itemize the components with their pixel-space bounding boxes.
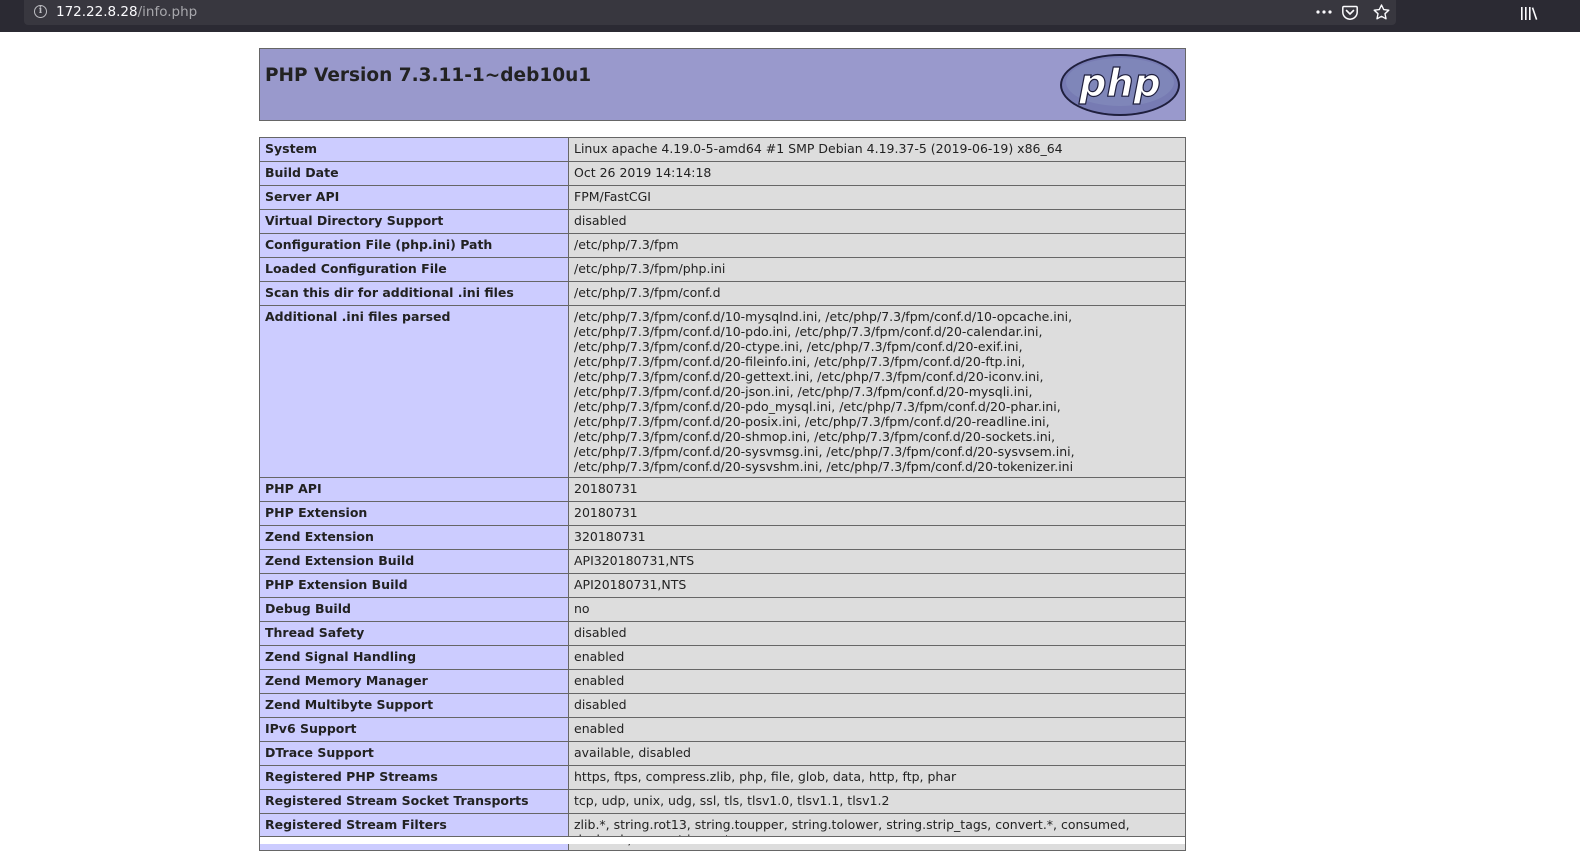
php-version-header: PHP Version 7.3.11-1~deb10u1 php xyxy=(259,48,1186,121)
table-row: Additional .ini files parsed/etc/php/7.3… xyxy=(259,305,1186,478)
row-label: Additional .ini files parsed xyxy=(259,305,569,478)
more-icon[interactable] xyxy=(1314,3,1334,21)
table-row: IPv6 Support enabled xyxy=(259,717,1186,742)
row-label: PHP Extension xyxy=(259,501,569,526)
row-label: PHP Extension Build xyxy=(259,573,569,598)
url-bar[interactable]: i 172.22.8.28/info.php xyxy=(24,0,1396,25)
row-value: 20180731 xyxy=(568,477,1186,502)
url-text[interactable]: 172.22.8.28/info.php xyxy=(56,4,197,20)
info-table: System Linux apache 4.19.0-5-amd64 #1 SMP… xyxy=(259,137,1186,851)
row-value: enabled xyxy=(568,669,1186,694)
row-value: /etc/php/7.3/fpm/php.ini xyxy=(568,257,1186,282)
php-logo-text: php xyxy=(1078,61,1160,105)
table-row: Zend Memory Manager enabled xyxy=(259,669,1186,694)
row-label: Zend Extension Build xyxy=(259,549,569,574)
table-row: Registered PHP Streams https, ftps, compr… xyxy=(259,765,1186,790)
url-path: /info.php xyxy=(137,4,198,20)
row-value: https, ftps, compress.zlib, php, file, g… xyxy=(568,765,1186,790)
table-row: Scan this dir for additional .ini files /… xyxy=(259,281,1186,306)
next-table-edge xyxy=(259,836,1186,844)
table-row: Debug Build no xyxy=(259,597,1186,622)
table-row: DTrace Support available, disabled xyxy=(259,741,1186,766)
table-row: Zend Signal Handling enabled xyxy=(259,645,1186,670)
row-label: Loaded Configuration File xyxy=(259,257,569,282)
row-label: Registered PHP Streams xyxy=(259,765,569,790)
row-label: Zend Signal Handling xyxy=(259,645,569,670)
table-row: Registered Stream Filters zlib.*, string.… xyxy=(259,813,1186,851)
star-icon[interactable] xyxy=(1371,3,1391,21)
row-label: Zend Multibyte Support xyxy=(259,693,569,718)
row-value: enabled xyxy=(568,645,1186,670)
row-value: disabled xyxy=(568,621,1186,646)
row-label: Configuration File (php.ini) Path xyxy=(259,233,569,258)
row-value: /etc/php/7.3/fpm/conf.d/10-mysqlnd.ini, … xyxy=(568,305,1186,478)
page-title: PHP Version 7.3.11-1~deb10u1 xyxy=(265,65,592,86)
row-value: API20180731,NTS xyxy=(568,573,1186,598)
row-label: Scan this dir for additional .ini files xyxy=(259,281,569,306)
row-label: Zend Memory Manager xyxy=(259,669,569,694)
row-label: Debug Build xyxy=(259,597,569,622)
phpinfo-page: PHP Version 7.3.11-1~deb10u1 php System L… xyxy=(259,48,1186,851)
row-value: zlib.*, string.rot13, string.toupper, st… xyxy=(568,813,1186,851)
browser-toolbar: i 172.22.8.28/info.php xyxy=(0,0,1580,32)
row-value: /etc/php/7.3/fpm/conf.d xyxy=(568,281,1186,306)
library-icon[interactable] xyxy=(1519,4,1539,22)
row-label: System xyxy=(259,137,569,162)
table-row: Build Date Oct 26 2019 14:14:18 xyxy=(259,161,1186,186)
row-value: Linux apache 4.19.0-5-amd64 #1 SMP Debia… xyxy=(568,137,1186,162)
row-value: /etc/php/7.3/fpm xyxy=(568,233,1186,258)
row-value: FPM/FastCGI xyxy=(568,185,1186,210)
row-label: Zend Extension xyxy=(259,525,569,550)
table-row: Registered Stream Socket Transports tcp, … xyxy=(259,789,1186,814)
row-value: disabled xyxy=(568,209,1186,234)
table-row: Configuration File (php.ini) Path/etc/ph… xyxy=(259,233,1186,258)
row-value: available, disabled xyxy=(568,741,1186,766)
table-row: Server API FPM/FastCGI xyxy=(259,185,1186,210)
pocket-icon[interactable] xyxy=(1340,3,1360,21)
row-label: DTrace Support xyxy=(259,741,569,766)
row-label: Server API xyxy=(259,185,569,210)
row-value: enabled xyxy=(568,717,1186,742)
row-value: disabled xyxy=(568,693,1186,718)
row-value: 20180731 xyxy=(568,501,1186,526)
table-row: System Linux apache 4.19.0-5-amd64 #1 SMP… xyxy=(259,137,1186,162)
table-row: Virtual Directory Support disabled xyxy=(259,209,1186,234)
table-row: Thread Safety disabled xyxy=(259,621,1186,646)
url-host: 172.22.8.28 xyxy=(56,4,138,20)
row-label: Build Date xyxy=(259,161,569,186)
row-label: Virtual Directory Support xyxy=(259,209,569,234)
row-label: Thread Safety xyxy=(259,621,569,646)
table-row: PHP API 20180731 xyxy=(259,477,1186,502)
table-row: PHP Extension 20180731 xyxy=(259,501,1186,526)
info-icon[interactable]: i xyxy=(34,5,47,18)
row-label: Registered Stream Filters xyxy=(259,813,569,851)
row-value: 320180731 xyxy=(568,525,1186,550)
row-value: API320180731,NTS xyxy=(568,549,1186,574)
table-row: Zend Extension 320180731 xyxy=(259,525,1186,550)
table-row: Zend Multibyte Support disabled xyxy=(259,693,1186,718)
row-label: PHP API xyxy=(259,477,569,502)
row-value: Oct 26 2019 14:14:18 xyxy=(568,161,1186,186)
row-label: IPv6 Support xyxy=(259,717,569,742)
row-label: Registered Stream Socket Transports xyxy=(259,789,569,814)
table-row: Zend Extension Build API320180731,NTS xyxy=(259,549,1186,574)
table-row: PHP Extension Build API20180731,NTS xyxy=(259,573,1186,598)
row-value: tcp, udp, unix, udg, ssl, tls, tlsv1.0, … xyxy=(568,789,1186,814)
row-value: no xyxy=(568,597,1186,622)
table-row: Loaded Configuration File/etc/php/7.3/fp… xyxy=(259,257,1186,282)
php-logo[interactable]: php xyxy=(1059,53,1181,117)
